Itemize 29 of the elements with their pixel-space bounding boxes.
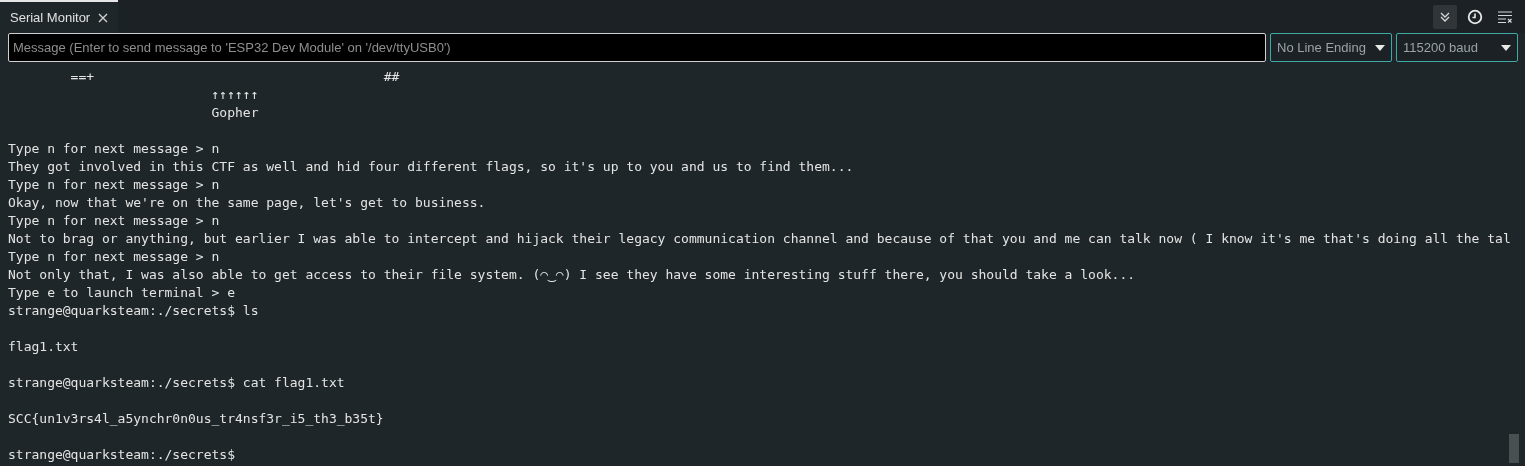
close-icon[interactable] — [98, 12, 109, 23]
tab[interactable]: Serial Monitor — [0, 0, 119, 33]
output-line: flag1.txt — [8, 338, 80, 356]
clock-icon — [1467, 8, 1483, 25]
output-line: Type n for next message > n — [8, 140, 221, 158]
output-line: strange@quarksteam:./secrets$ ls — [8, 302, 260, 320]
output-line: Not only that, I was also able to get access to their file system. (◠‿◠) I see they have some interesting stuff there, you should take a look... — [8, 266, 1137, 284]
output-line: Type n for next message > n — [8, 176, 221, 194]
output-line: SCC{un1v3rs4l_a5ynchr0n0us_tr4nsf3r_i5_th3_b35t} — [8, 410, 385, 428]
clear-list-icon — [1497, 9, 1513, 24]
output-line: strange@quarksteam:./secrets$ cat flag1.txt — [8, 374, 346, 392]
output-line: strange@quarksteam:./secrets$ — [8, 446, 236, 464]
output-line: Type n for next message > n — [8, 212, 221, 230]
output-line: ==+ ## — [69, 68, 401, 86]
caret-icon — [1501, 44, 1511, 51]
output-line: Type e to launch terminal > e — [8, 284, 236, 302]
output-line: ↑↑↑↑↑↑ — [210, 86, 260, 104]
output-line: They got involved in this CTF as well and hid four different flags, so it's up to you and us to find them... — [8, 158, 855, 176]
output-line: Not to brag or anything, but earlier I was able to intercept and hijack their legacy communication channel and because of that you and me can talk now ( I know it's me that's doing all the tal — [8, 230, 1512, 248]
autoscroll-button[interactable] — [1433, 4, 1457, 29]
output-line: Okay, now that we're on the same page, let's get to business. — [8, 194, 487, 212]
output-line: Type n for next message > n — [8, 248, 221, 266]
output-line: Gopher — [210, 104, 260, 122]
double-chevron-icon — [1439, 10, 1451, 23]
line-ending-dropdown[interactable]: No Line Ending — [1270, 33, 1392, 62]
scrollbar-thumb[interactable] — [1509, 434, 1519, 463]
message-field[interactable]: Message (Enter to send message to 'ESP32 Dev Module' on '/dev/ttyUSB0') — [8, 33, 1266, 62]
caret-icon — [1375, 44, 1385, 51]
baud-rate-dropdown[interactable]: 115200 baud — [1396, 33, 1518, 62]
